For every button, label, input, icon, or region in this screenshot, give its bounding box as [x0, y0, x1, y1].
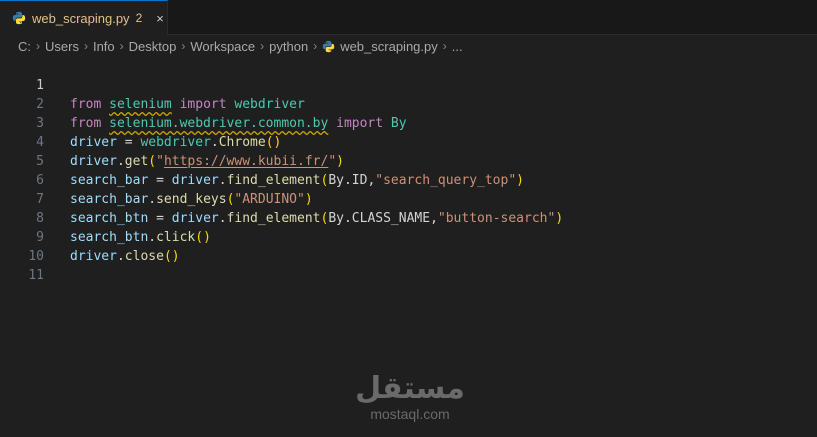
code-line: 3 driver = webdriver.Chrome(): [0, 95, 817, 150]
code-line: 4 driver.get("https://www.kubii.fr/"): [0, 114, 817, 169]
code-line: 10: [0, 228, 817, 264]
tab-label: web_scraping.py: [32, 10, 130, 26]
code-line: 5 search_bar = driver.find_element(By.ID…: [0, 133, 817, 188]
code-line: 2 from selenium.webdriver.common.by impo…: [0, 76, 817, 131]
python-icon: [323, 40, 335, 52]
chevron-right-icon: ›: [442, 39, 447, 53]
breadcrumb-item-workspace[interactable]: Workspace: [190, 39, 255, 54]
code-line: 7 search_btn = driver.find_element(By.CL…: [0, 171, 817, 226]
breadcrumb-item-python[interactable]: python: [269, 39, 308, 54]
tab-web-scraping[interactable]: web_scraping.py 2 ×: [0, 0, 168, 35]
breadcrumb-item-drive[interactable]: C:: [18, 39, 31, 54]
chevron-right-icon: ›: [83, 39, 88, 53]
breadcrumb: C: › Users › Info › Desktop › Workspace …: [0, 35, 817, 57]
breadcrumb-item-users[interactable]: Users: [45, 39, 79, 54]
chevron-right-icon: ›: [313, 39, 318, 53]
watermark-latin-text: mostaql.com: [370, 406, 450, 422]
editor-tab-bar: web_scraping.py 2 ×: [0, 0, 817, 35]
breadcrumb-file-label: web_scraping.py: [340, 38, 438, 54]
close-icon[interactable]: ×: [156, 11, 164, 26]
chevron-right-icon: ›: [36, 39, 40, 53]
breadcrumb-item-file[interactable]: web_scraping.py: [322, 39, 438, 54]
chevron-right-icon: ›: [119, 39, 124, 53]
code-line: 11: [0, 247, 817, 283]
breadcrumb-symbols-ellipsis[interactable]: ...: [452, 39, 463, 54]
chevron-right-icon: ›: [260, 39, 265, 53]
breadcrumb-item-info[interactable]: Info: [93, 39, 115, 54]
code-line: 6 search_bar.send_keys("ARDUINO"): [0, 152, 817, 207]
breadcrumb-item-desktop[interactable]: Desktop: [129, 39, 177, 54]
code-line: 9 driver.close(): [0, 209, 817, 264]
code-line: 1 from selenium import webdriver: [0, 57, 817, 112]
watermark-arabic-text: مستقل: [355, 371, 465, 406]
chevron-right-icon: ›: [181, 39, 186, 53]
python-icon: [12, 11, 26, 25]
problems-count-badge: 2: [135, 11, 143, 25]
code-line: 8 search_btn.click(): [0, 190, 817, 245]
line-number: 11: [28, 268, 44, 283]
mostaql-watermark: مستقل mostaql.com: [355, 372, 465, 432]
